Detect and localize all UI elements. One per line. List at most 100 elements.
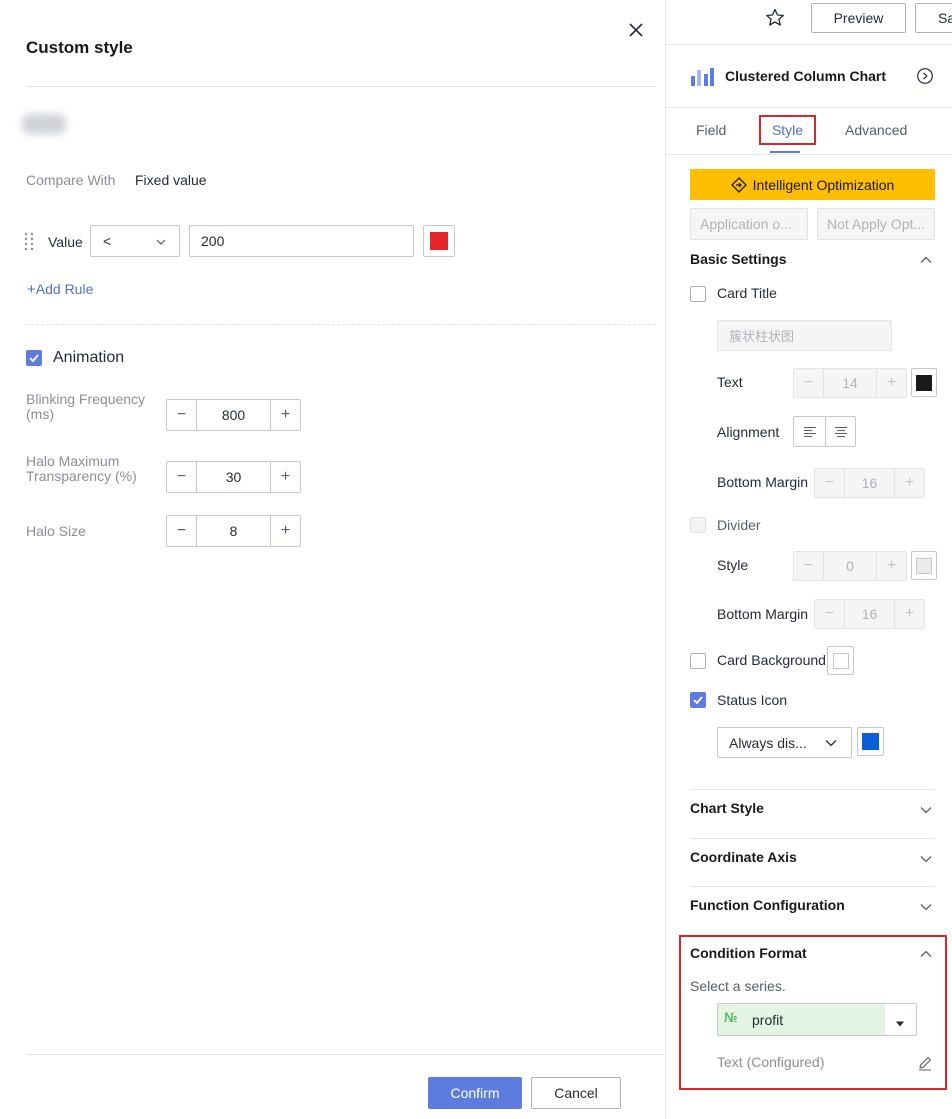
decrement-button[interactable]: −	[815, 469, 844, 497]
intelligent-optimization-label: Intelligent Optimization	[752, 176, 895, 193]
tab-advanced[interactable]: Advanced	[845, 122, 907, 138]
preview-button[interactable]: Preview	[811, 3, 906, 33]
intelligent-optimization-button[interactable]: Intelligent Optimization	[690, 169, 935, 200]
chevron-down-icon[interactable]	[919, 803, 933, 820]
increment-button[interactable]: +	[271, 400, 300, 430]
edit-pencil-icon[interactable]	[917, 1055, 933, 1074]
decrement-button[interactable]: −	[167, 400, 196, 430]
card-background-color-picker[interactable]	[827, 646, 854, 675]
active-tab-indicator	[770, 151, 800, 153]
optimization-icon	[730, 176, 747, 193]
series-value: profit	[752, 1012, 784, 1028]
status-icon-label: Status Icon	[717, 692, 788, 708]
divider-color-picker[interactable]	[911, 551, 937, 580]
align-center-button[interactable]	[825, 416, 856, 447]
divider-bottom-margin-label: Bottom Margin	[717, 606, 809, 622]
halo-transparency-value[interactable]: 30	[196, 462, 271, 492]
divider-style-stepper: − 0 +	[793, 551, 907, 581]
numeric-field-icon: №	[724, 1011, 738, 1026]
increment-button[interactable]: +	[271, 516, 300, 546]
bottom-margin-stepper: − 16 +	[814, 468, 925, 498]
tab-style[interactable]: Style	[759, 115, 816, 145]
increment-button[interactable]: +	[271, 462, 300, 492]
bottom-margin-value[interactable]: 16	[844, 469, 895, 497]
card-title-input[interactable]: 簇状柱状图	[717, 320, 892, 351]
divider-bottom-margin-stepper: − 16 +	[814, 599, 925, 629]
style-label: Style	[717, 557, 749, 573]
confirm-button[interactable]: Confirm	[428, 1077, 522, 1109]
halo-size-value[interactable]: 8	[196, 516, 271, 546]
clustered-column-chart-icon	[690, 66, 716, 89]
card-background-checkbox[interactable]	[690, 653, 706, 669]
text-color-swatch	[916, 374, 932, 391]
chevron-down-icon[interactable]	[919, 900, 933, 917]
halo-size-stepper: − 8 +	[166, 515, 301, 547]
text-label: Text	[717, 374, 743, 390]
chevron-down-icon[interactable]	[919, 852, 933, 869]
status-icon-checkbox[interactable]	[690, 692, 706, 708]
divider-color-swatch	[916, 557, 932, 574]
compare-with-label: Compare With	[26, 172, 116, 188]
alignment-label: Alignment	[717, 424, 780, 440]
blinking-frequency-label: Blinking Frequency (ms)	[26, 391, 146, 422]
status-color-picker[interactable]	[857, 727, 884, 756]
chevron-circle-right-icon[interactable]	[916, 67, 934, 88]
card-title-label: Card Title	[717, 285, 777, 301]
increment-button[interactable]: +	[877, 369, 906, 397]
chart-style-title[interactable]: Chart Style	[690, 800, 764, 816]
increment-button[interactable]: +	[895, 469, 924, 497]
decrement-button[interactable]: −	[794, 552, 823, 580]
close-icon[interactable]	[624, 18, 648, 42]
drag-handle-icon[interactable]	[24, 232, 34, 251]
operator-select[interactable]: <	[90, 225, 180, 257]
application-optimization-button[interactable]: Application o...	[690, 208, 808, 240]
status-display-value: Always dis...	[729, 735, 807, 751]
chevron-up-icon[interactable]	[919, 253, 933, 270]
divider-label: Divider	[717, 517, 761, 533]
star-icon[interactable]	[764, 7, 786, 32]
blinking-frequency-stepper: − 800 +	[166, 399, 301, 431]
increment-button[interactable]: +	[877, 552, 906, 580]
text-size-value[interactable]: 14	[823, 369, 877, 397]
add-rule-button[interactable]: +Add Rule	[27, 281, 93, 298]
decrement-button[interactable]: −	[167, 462, 196, 492]
operator-value: <	[103, 233, 112, 249]
rule-color-picker[interactable]	[423, 225, 455, 257]
tab-field[interactable]: Field	[696, 122, 726, 138]
rule-value-input[interactable]: 200	[189, 225, 414, 257]
tabs-divider	[666, 154, 952, 155]
caret-down-icon	[895, 1015, 905, 1031]
function-configuration-title[interactable]: Function Configuration	[690, 897, 845, 913]
series-select[interactable]: № profit	[717, 1003, 917, 1036]
decrement-button[interactable]: −	[815, 600, 844, 628]
compare-with-value[interactable]: Fixed value	[135, 172, 207, 188]
coordinate-axis-title[interactable]: Coordinate Axis	[690, 849, 797, 865]
save-button[interactable]: Sa	[915, 3, 952, 33]
chevron-up-icon[interactable]	[919, 947, 933, 964]
divider-style-value[interactable]: 0	[823, 552, 877, 580]
card-background-label: Card Background	[717, 652, 826, 668]
text-color-picker[interactable]	[911, 368, 937, 397]
increment-button[interactable]: +	[895, 600, 924, 628]
section-divider	[690, 789, 935, 790]
cancel-button[interactable]: Cancel	[531, 1077, 621, 1109]
card-title-checkbox[interactable]	[690, 286, 706, 302]
bottom-margin-label: Bottom Margin	[717, 474, 809, 490]
align-left-icon	[803, 426, 816, 437]
blurred-field-tag	[22, 114, 66, 134]
status-color-swatch	[862, 733, 879, 750]
section-divider	[26, 324, 656, 325]
not-apply-optimization-button[interactable]: Not Apply Opt...	[817, 208, 935, 240]
status-display-select[interactable]: Always dis...	[717, 727, 852, 758]
header-divider	[666, 107, 952, 108]
decrement-button[interactable]: −	[167, 516, 196, 546]
dialog-title: Custom style	[26, 38, 133, 57]
align-left-button[interactable]	[793, 416, 826, 447]
decrement-button[interactable]: −	[794, 369, 823, 397]
blinking-frequency-value[interactable]: 800	[196, 400, 271, 430]
condition-format-title[interactable]: Condition Format	[690, 945, 807, 961]
text-size-stepper: − 14 +	[793, 368, 907, 398]
animation-checkbox[interactable]	[26, 350, 42, 366]
divider-checkbox[interactable]	[690, 517, 706, 533]
divider-bottom-margin-value[interactable]: 16	[844, 600, 895, 628]
